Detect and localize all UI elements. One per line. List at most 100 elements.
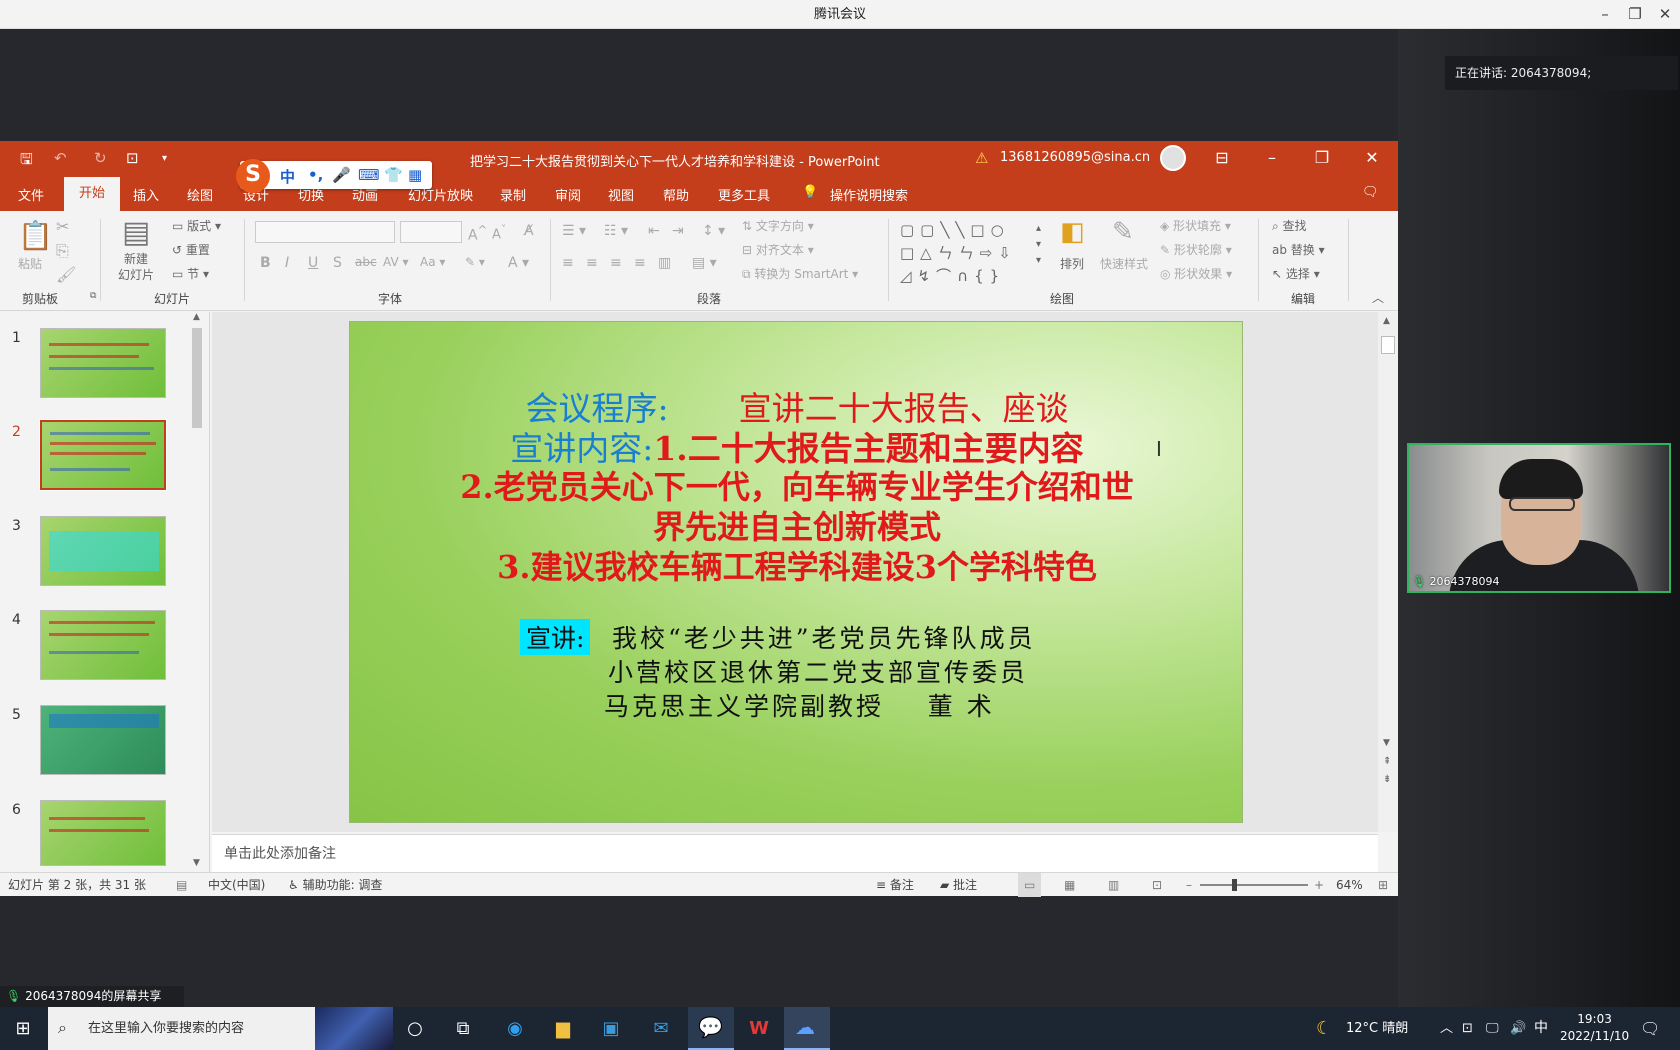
tab-draw[interactable]: 绘图 bbox=[187, 185, 213, 204]
shapes-scroll-icon[interactable]: ▴ ▾ ▾ bbox=[1036, 221, 1041, 269]
new-slide-button[interactable]: 新建 幻灯片 bbox=[118, 251, 154, 283]
wechat-task[interactable]: 💬 bbox=[688, 1007, 734, 1050]
italic-icon[interactable]: I bbox=[285, 255, 289, 271]
notes-button[interactable]: ≡ 备注 bbox=[876, 873, 914, 897]
replace-button[interactable]: ab 替换 ▾ bbox=[1272, 241, 1325, 258]
format-painter-icon[interactable]: 🖌 bbox=[56, 265, 76, 284]
clock[interactable]: 19:03 2022/11/10 bbox=[1560, 1011, 1629, 1045]
bold-icon[interactable]: B bbox=[260, 255, 271, 271]
mail-icon[interactable]: ✉ bbox=[646, 1015, 676, 1043]
bullets-icon[interactable]: ☰ ▾ bbox=[562, 223, 586, 239]
file-explorer-icon[interactable]: ▆ bbox=[548, 1015, 578, 1043]
slide-thumbnail-5[interactable] bbox=[40, 705, 166, 775]
ppt-minimize-icon[interactable]: – bbox=[1250, 143, 1294, 173]
zoom-in-icon[interactable]: + bbox=[1314, 873, 1324, 897]
user-account[interactable]: 13681260895@sina.cn bbox=[1000, 150, 1150, 165]
normal-view-icon[interactable]: ▭ bbox=[1018, 873, 1042, 897]
select-button[interactable]: ↖ 选择 ▾ bbox=[1272, 265, 1320, 282]
columns-icon[interactable]: ▤ ▾ bbox=[692, 255, 717, 271]
copy-icon[interactable]: ⎘ bbox=[56, 241, 69, 261]
slideshow-view-icon[interactable]: ⊡ bbox=[1152, 873, 1162, 897]
char-spacing-icon[interactable]: AV ▾ bbox=[383, 255, 409, 269]
wps-icon[interactable]: W bbox=[744, 1015, 774, 1043]
scroll-down-icon[interactable]: ▼ bbox=[193, 858, 200, 868]
spellcheck-icon[interactable]: ▤ bbox=[176, 873, 187, 897]
edge-icon[interactable]: ◉ bbox=[500, 1015, 530, 1043]
reset-button[interactable]: ↺ 重置 bbox=[172, 241, 210, 258]
weather-text[interactable]: 12°C 晴朗 bbox=[1346, 1007, 1408, 1050]
ime-toolbar[interactable]: S 中 •, 🎤 ⌨ 👕 ▦ bbox=[236, 159, 432, 193]
numbering-icon[interactable]: ☷ ▾ bbox=[604, 223, 628, 239]
tray-chevron-icon[interactable]: ︿ bbox=[1440, 1007, 1453, 1050]
justify-icon[interactable]: ≡ bbox=[634, 255, 646, 271]
ribbon-display-icon[interactable]: ⊟ bbox=[1200, 143, 1244, 173]
new-slide-icon[interactable]: ▤ bbox=[122, 215, 150, 250]
weather-moon-icon[interactable]: ☾ bbox=[1316, 1007, 1332, 1050]
strikethrough-icon[interactable]: abc bbox=[355, 255, 377, 269]
scroll-thumb[interactable] bbox=[1381, 336, 1395, 354]
slide-thumbnail-1[interactable] bbox=[40, 328, 166, 398]
notification-icon[interactable]: 🗨 bbox=[1640, 1007, 1660, 1050]
shape-outline-button[interactable]: ✎ 形状轮廓 ▾ bbox=[1160, 241, 1232, 258]
slide-thumbnail-2[interactable] bbox=[39, 419, 167, 491]
paste-label[interactable]: 粘贴 bbox=[18, 255, 42, 272]
avatar[interactable] bbox=[1160, 145, 1186, 171]
store-icon[interactable]: ▣ bbox=[596, 1015, 626, 1043]
clipboard-launcher-icon[interactable]: ⧉ bbox=[90, 291, 96, 301]
shapes-gallery[interactable]: ▢▢╲╲□○ □△ㄣㄣ⇨⇩ ◿↯⌒∩{} bbox=[900, 219, 1040, 289]
layout-button[interactable]: ▭ 版式 ▾ bbox=[172, 217, 221, 234]
smartart-button[interactable]: ⧉ 转换为 SmartArt ▾ bbox=[742, 265, 858, 282]
comments-pane-icon[interactable]: 🗨 bbox=[1362, 185, 1379, 200]
windows-start-icon[interactable]: ⊞ bbox=[8, 1015, 38, 1043]
tab-view[interactable]: 视图 bbox=[608, 185, 634, 204]
highlight-icon[interactable]: ✎ ▾ bbox=[465, 255, 485, 269]
zoom-slider-thumb[interactable] bbox=[1232, 879, 1237, 891]
scroll-thumb[interactable] bbox=[192, 328, 202, 428]
tab-help[interactable]: 帮助 bbox=[663, 185, 689, 204]
volume-icon[interactable]: 🔊 bbox=[1510, 1007, 1526, 1050]
participant-video[interactable]: 🎙 2064378094 bbox=[1407, 443, 1671, 593]
quick-styles-button[interactable]: 快速样式 bbox=[1100, 255, 1148, 272]
tencent-meeting-task[interactable]: ☁ bbox=[784, 1007, 830, 1050]
zoom-out-icon[interactable]: – bbox=[1186, 873, 1192, 897]
scroll-down-icon[interactable]: ▼ bbox=[1383, 738, 1390, 748]
save-icon[interactable]: 🖫 bbox=[20, 149, 33, 174]
align-text-button[interactable]: ⊟ 对齐文本 ▾ bbox=[742, 241, 814, 258]
ppt-restore-icon[interactable]: ❐ bbox=[1300, 143, 1344, 173]
find-button[interactable]: ⌕ 查找 bbox=[1272, 217, 1307, 234]
task-view-icon[interactable]: ⧉ bbox=[448, 1015, 478, 1043]
decrease-font-icon[interactable]: Aˇ bbox=[492, 223, 506, 242]
line-spacing-icon[interactable]: ↕ ▾ bbox=[702, 223, 725, 239]
scroll-up-icon[interactable]: ▲ bbox=[193, 312, 200, 322]
paste-icon[interactable]: 📋 bbox=[18, 219, 53, 252]
ppt-close-icon[interactable]: ✕ bbox=[1350, 143, 1394, 173]
ime-keyboard-icon[interactable]: ⌨ bbox=[358, 166, 380, 184]
ime-chinese-icon[interactable]: 中 bbox=[280, 166, 295, 187]
tab-insert[interactable]: 插入 bbox=[133, 185, 159, 204]
tab-home[interactable]: 开始 bbox=[64, 177, 120, 211]
fit-slide-icon[interactable]: ⊞ bbox=[1378, 873, 1388, 897]
undo-icon[interactable]: ↶ bbox=[54, 149, 67, 167]
tell-me-search[interactable]: 操作说明搜索 bbox=[830, 185, 908, 204]
ime-tools-icon[interactable]: ▦ bbox=[408, 166, 422, 184]
slide-scrollbar[interactable]: ▲ ▼ ⇞ ⇟ bbox=[1378, 312, 1398, 832]
arrange-button[interactable]: 排列 bbox=[1060, 255, 1084, 272]
ime-punct-icon[interactable]: •, bbox=[308, 166, 323, 184]
arrange-icon[interactable]: ◧ bbox=[1060, 217, 1085, 247]
align-right-icon[interactable]: ≡ bbox=[610, 255, 622, 271]
ime-skin-icon[interactable]: 👕 bbox=[384, 166, 403, 184]
cortana-icon[interactable]: ○ bbox=[400, 1015, 430, 1043]
decrease-indent-icon[interactable]: ⇤ bbox=[648, 223, 660, 239]
font-name-box[interactable] bbox=[255, 221, 395, 243]
tab-more-tools[interactable]: 更多工具 bbox=[718, 185, 770, 204]
tab-record[interactable]: 录制 bbox=[500, 185, 526, 204]
slide-sorter-icon[interactable]: ▦ bbox=[1064, 873, 1075, 897]
cut-icon[interactable]: ✂ bbox=[56, 217, 69, 236]
present-icon[interactable]: ⊡ bbox=[126, 149, 139, 167]
font-color-icon[interactable]: A ▾ bbox=[508, 255, 529, 271]
ime-indicator[interactable]: 中 bbox=[1534, 1007, 1548, 1050]
clear-format-icon[interactable]: A̸ bbox=[524, 223, 534, 239]
align-center-icon[interactable]: ≡ bbox=[586, 255, 598, 271]
thumbnail-scrollbar[interactable]: ▲ ▼ bbox=[190, 312, 204, 872]
zoom-level[interactable]: 64% bbox=[1336, 873, 1363, 897]
